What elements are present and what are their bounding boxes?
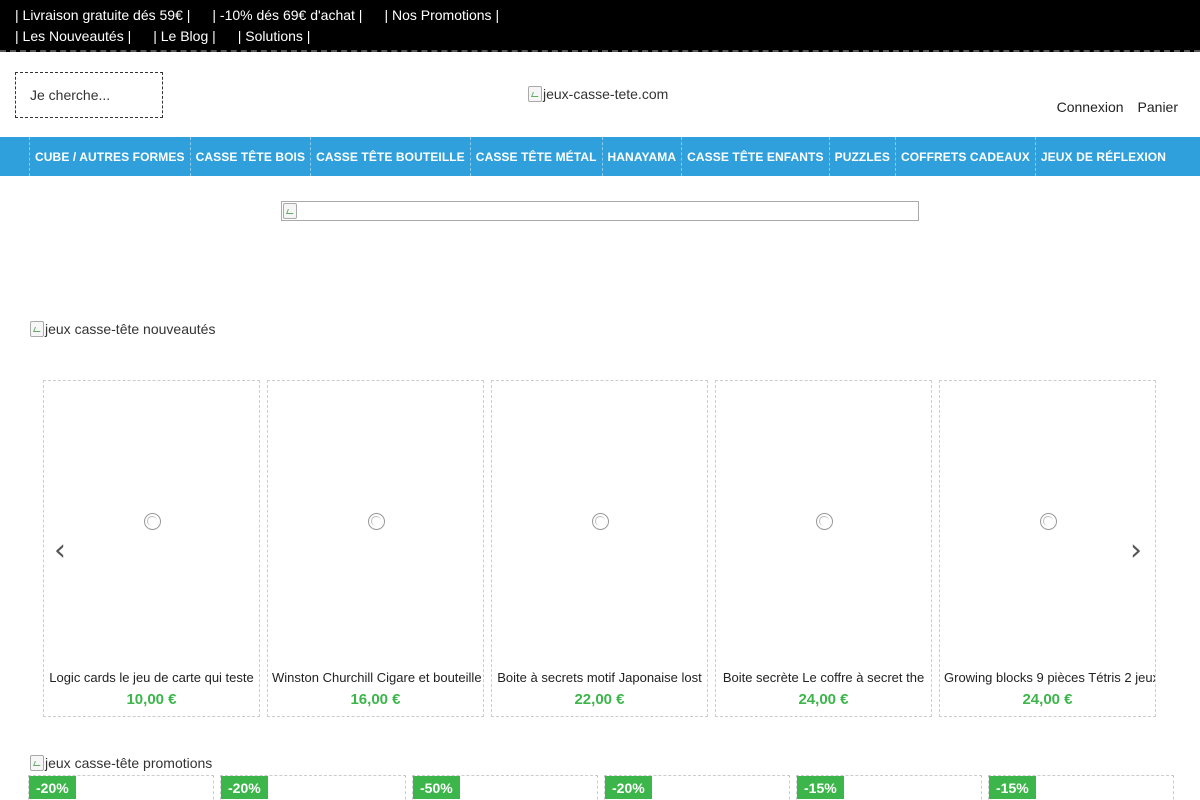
promo-products-row: -20% -20% -50% -20% -15% -15% (28, 775, 1174, 800)
product-card[interactable]: Winston Churchill Cigare et bouteille 16… (267, 380, 484, 717)
chevron-left-icon[interactable]: ‹ (54, 536, 66, 566)
loading-spinner-icon (592, 513, 609, 530)
promo-products-heading: jeux casse-tête promotions (30, 755, 212, 771)
topbar-link-discount[interactable]: | -10% dés 69€ d'achat | (212, 7, 362, 23)
broken-image-icon (30, 755, 44, 771)
nav-item-puzzles[interactable]: PUZZLES (828, 137, 895, 176)
product-price: 16,00 € (350, 691, 401, 708)
discount-badge: -20% (221, 776, 268, 799)
nav-item-hanayama[interactable]: HANAYAMA (601, 137, 682, 176)
product-card[interactable]: Boite à secrets motif Japonaise lost 22,… (491, 380, 708, 717)
topbar-link-promotions[interactable]: | Nos Promotions | (384, 7, 499, 23)
promo-card[interactable]: -20% (28, 775, 214, 800)
nav-item-reflexion[interactable]: JEUX DE RÉFLEXION (1034, 137, 1171, 176)
promo-card[interactable]: -50% (412, 775, 598, 800)
new-products-title: jeux casse-tête nouveautés (45, 321, 216, 337)
broken-image-icon (528, 86, 542, 102)
site-header: Je cherche... jeux-casse-tete.com Connex… (0, 52, 1200, 137)
site-logo[interactable]: jeux-casse-tete.com (528, 86, 668, 102)
product-card[interactable]: Boite secrète Le coffre à secret the 24,… (715, 380, 932, 717)
discount-badge: -15% (797, 776, 844, 799)
discount-badge: -20% (605, 776, 652, 799)
loading-spinner-icon (368, 513, 385, 530)
search-input[interactable]: Je cherche... (15, 72, 163, 118)
nav-item-coffrets[interactable]: COFFRETS CADEAUX (894, 137, 1035, 176)
discount-badge: -15% (989, 776, 1036, 799)
loading-spinner-icon (816, 513, 833, 530)
nav-item-cube[interactable]: CUBE / AUTRES FORMES (29, 137, 190, 176)
account-links: Connexion Panier (1057, 99, 1178, 115)
new-products-carousel: Logic cards le jeu de carte qui teste 10… (43, 380, 1156, 717)
product-card[interactable]: Growing blocks 9 pièces Tétris 2 jeux 24… (939, 380, 1156, 717)
cart-link[interactable]: Panier (1138, 99, 1178, 115)
topbar-link-blog[interactable]: | Le Blog | (153, 28, 216, 44)
nav-item-enfants[interactable]: CASSE TÊTE ENFANTS (681, 137, 828, 176)
search-placeholder: Je cherche... (30, 87, 111, 103)
discount-badge: -20% (29, 776, 76, 799)
chevron-right-icon[interactable]: › (1130, 536, 1142, 566)
loading-spinner-icon (1040, 513, 1057, 530)
topbar-link-free-shipping[interactable]: | Livraison gratuite dés 59€ | (15, 7, 190, 23)
new-products-heading: jeux casse-tête nouveautés (30, 321, 215, 337)
login-link[interactable]: Connexion (1057, 99, 1124, 115)
topbar-link-solutions[interactable]: | Solutions | (238, 28, 311, 44)
broken-image-icon (30, 321, 44, 337)
promo-products-title: jeux casse-tête promotions (45, 755, 213, 771)
promo-card[interactable]: -15% (796, 775, 982, 800)
topbar-link-new[interactable]: | Les Nouveautés | (15, 28, 131, 44)
product-name[interactable]: Logic cards le jeu de carte qui teste (44, 670, 259, 688)
discount-badge: -50% (413, 776, 460, 799)
promo-card[interactable]: -15% (988, 775, 1174, 800)
product-name[interactable]: Boite à secrets motif Japonaise lost (492, 670, 707, 688)
product-price: 24,00 € (798, 691, 849, 708)
broken-image-icon (283, 203, 297, 219)
nav-item-metal[interactable]: CASSE TÊTE MÉTAL (469, 137, 602, 176)
main-nav: CUBE / AUTRES FORMES CASSE TÊTE BOIS CAS… (0, 137, 1200, 176)
product-price: 24,00 € (1022, 691, 1073, 708)
product-name[interactable]: Growing blocks 9 pièces Tétris 2 jeux (940, 670, 1155, 688)
promo-card[interactable]: -20% (604, 775, 790, 800)
product-name[interactable]: Boite secrète Le coffre à secret the (716, 670, 931, 688)
nav-item-bois[interactable]: CASSE TÊTE BOIS (189, 137, 311, 176)
promo-card[interactable]: -20% (220, 775, 406, 800)
loading-spinner-icon (144, 513, 161, 530)
top-info-bar: | Livraison gratuite dés 59€ | | -10% dé… (0, 0, 1200, 52)
logo-alt-text: jeux-casse-tete.com (543, 86, 669, 102)
product-price: 10,00 € (126, 691, 177, 708)
hero-banner[interactable] (281, 201, 919, 221)
product-card[interactable]: Logic cards le jeu de carte qui teste 10… (43, 380, 260, 717)
nav-item-bouteille[interactable]: CASSE TÊTE BOUTEILLE (310, 137, 470, 176)
product-name[interactable]: Winston Churchill Cigare et bouteille (268, 670, 483, 688)
product-price: 22,00 € (574, 691, 625, 708)
